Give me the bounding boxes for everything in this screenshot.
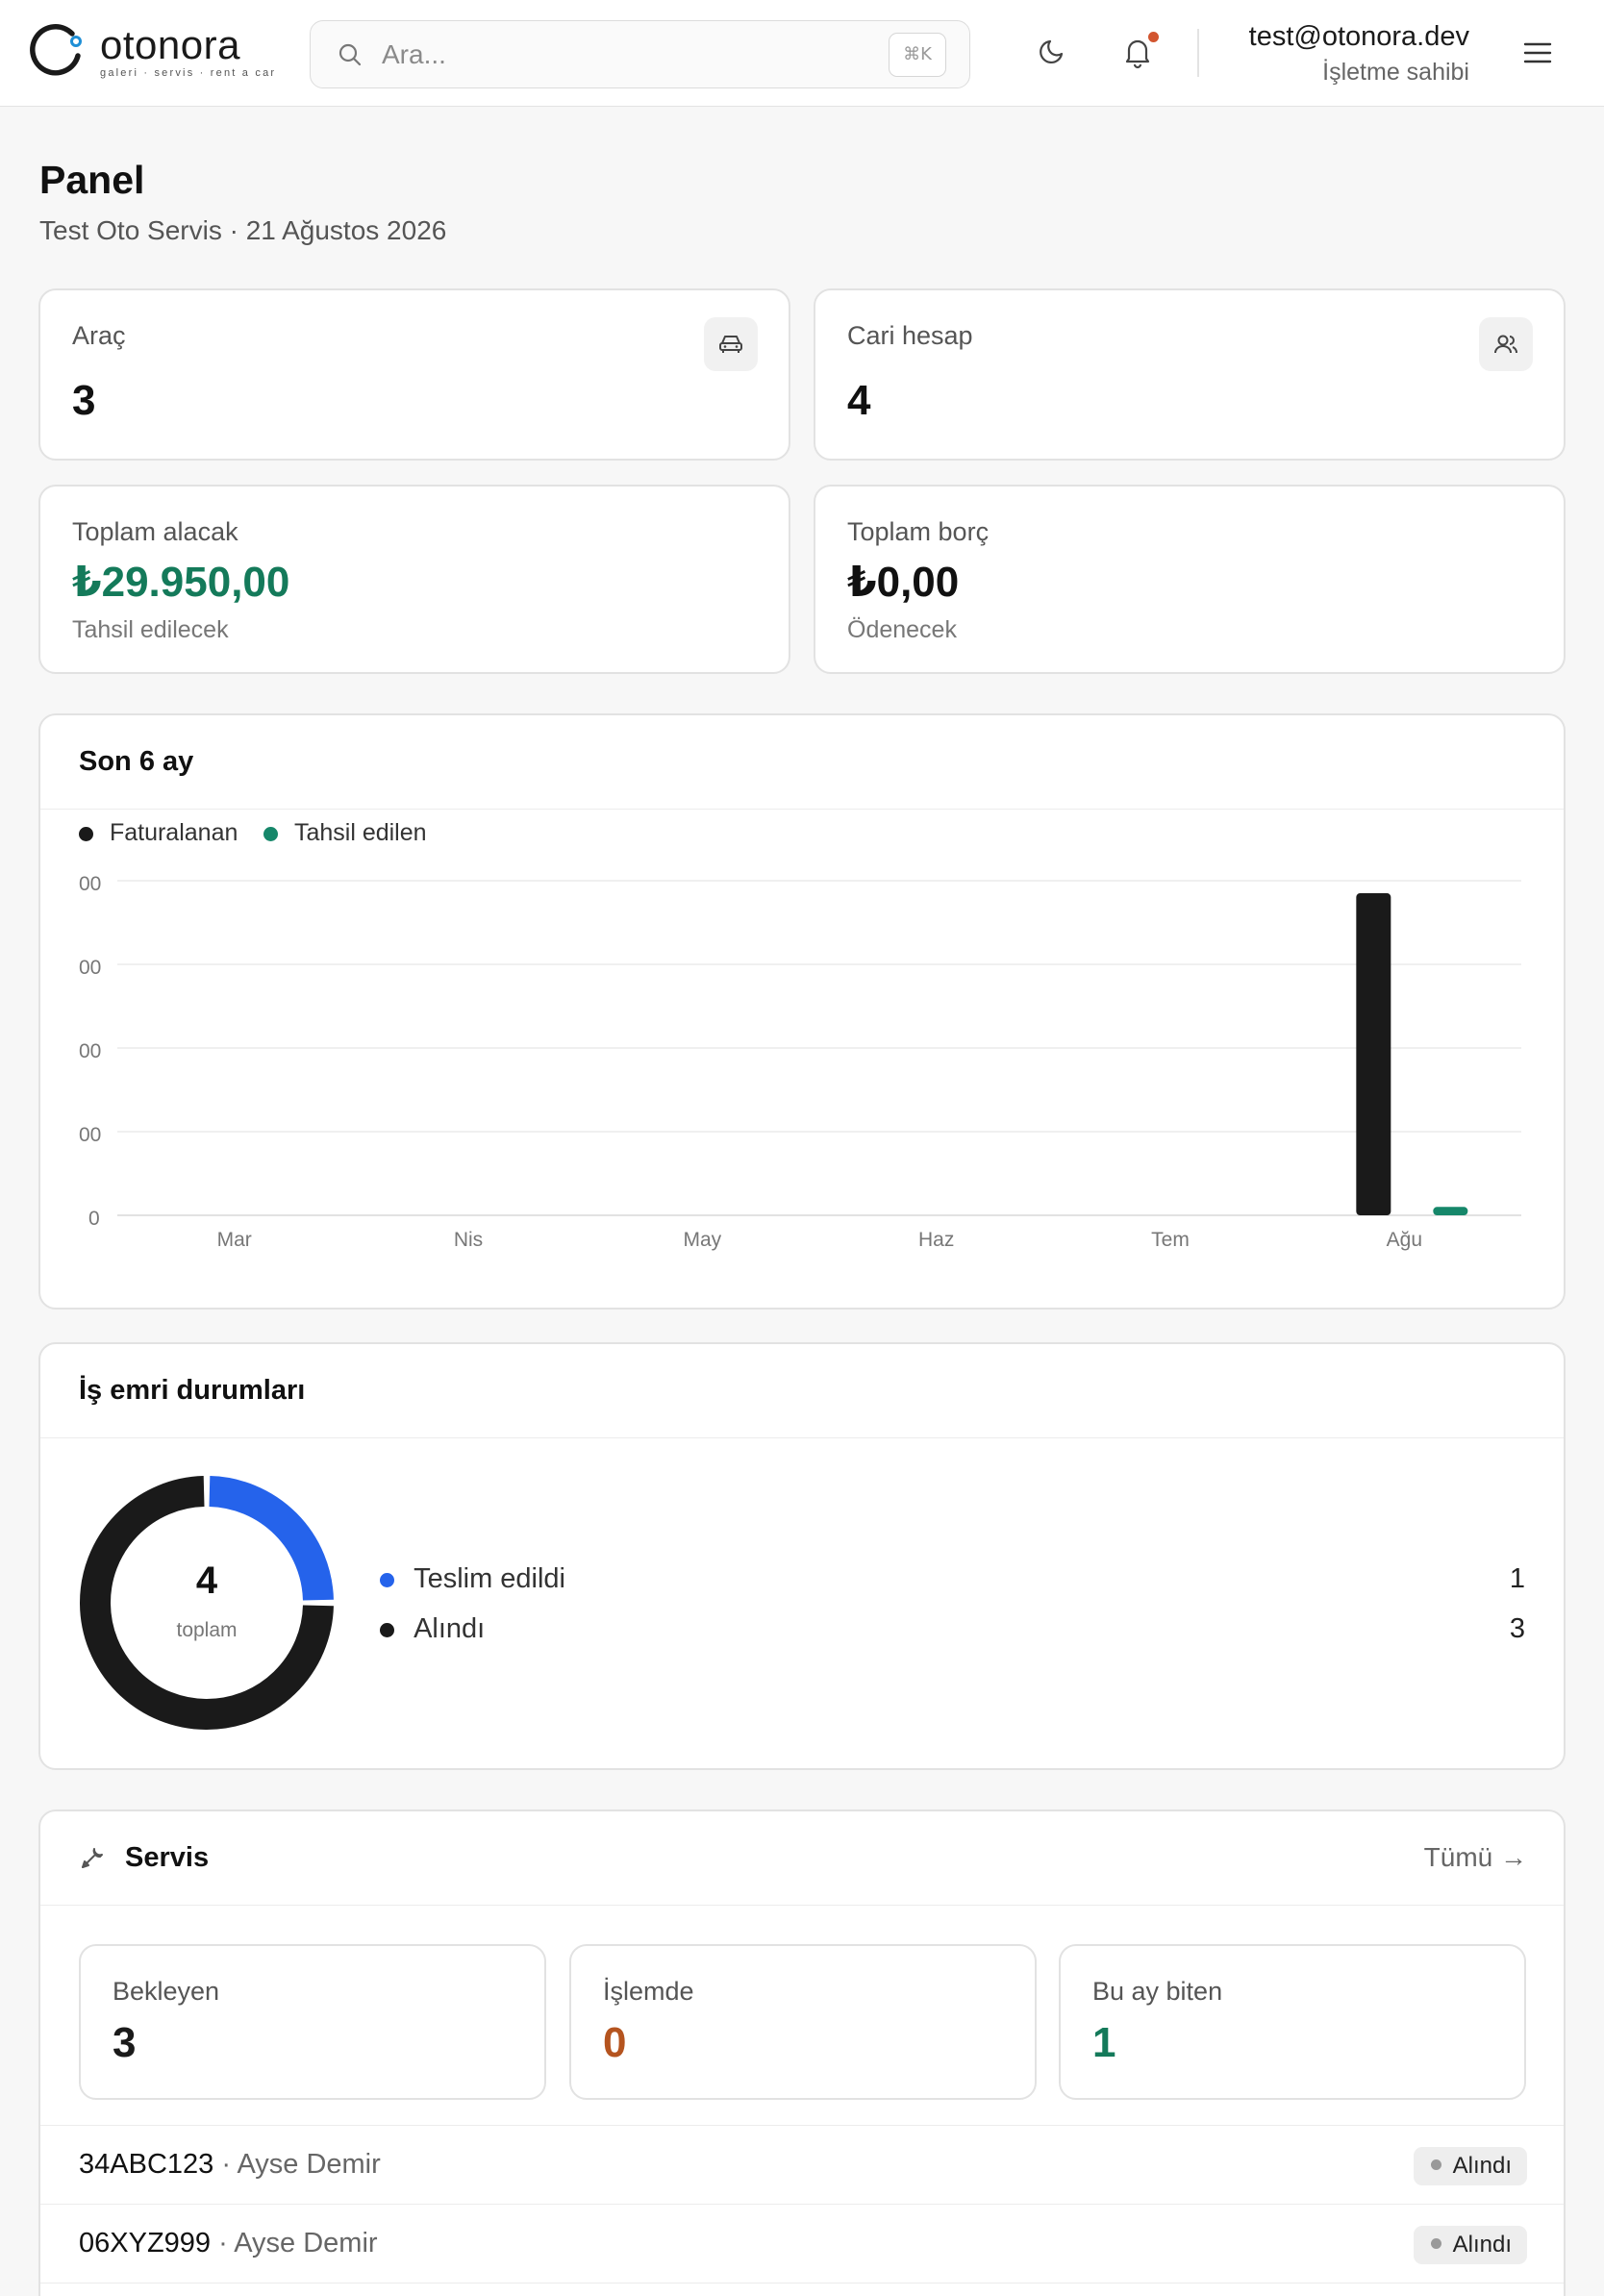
logo-text: otonora <box>100 21 240 67</box>
work-order-title: İş emri durumları <box>79 1375 306 1406</box>
bar-tahsil-edilen[interactable] <box>1433 1207 1468 1215</box>
stat-value: 3 <box>72 377 96 424</box>
user-email: test@otonora.dev <box>1248 21 1469 52</box>
x-tick-label: Nis <box>454 1229 483 1251</box>
page-subtitle: Test Oto Servis · 21 Ağustos 2026 <box>39 215 447 245</box>
legend-alindi: Alındı <box>380 1613 485 1645</box>
search-icon <box>338 43 362 66</box>
stat-card-accounts[interactable]: Cari hesap 4 <box>814 288 1566 461</box>
status-badge: Alındı <box>1413 2147 1527 2185</box>
mini-label: İşlemde <box>603 1977 694 2006</box>
stat-value: 4 <box>847 377 871 424</box>
legend-dot <box>380 1572 394 1587</box>
donut-total: 4 <box>195 1560 218 1602</box>
user-info[interactable]: test@otonora.dev İşletme sahibi <box>1249 21 1469 87</box>
user-role: İşletme sahibi <box>1322 59 1469 86</box>
stat-label: Cari hesap <box>847 321 973 350</box>
mini-label: Bu ay biten <box>1092 1977 1223 2006</box>
mini-label: Bekleyen <box>113 1977 220 2006</box>
stat-note: Tahsil edilecek <box>72 616 229 643</box>
moon-icon[interactable] <box>1037 35 1069 67</box>
logo-tagline: galeri · servis · rent a car <box>100 66 277 79</box>
page-title: Panel <box>39 158 145 202</box>
legend-teslim-edildi: Teslim edildi <box>380 1563 565 1595</box>
service-row[interactable]: 34ABC123 · Ayse Demir Alındı <box>40 2125 1564 2204</box>
status-donut-chart <box>80 1476 334 1730</box>
menu-icon[interactable] <box>1523 40 1552 65</box>
bar-chart: Mar Nis May Haz Tem Ağu <box>117 880 1521 1251</box>
service-title: Servis <box>125 1842 210 1873</box>
bar-faturalanan[interactable] <box>1356 893 1391 1215</box>
wrench-icon <box>82 1848 103 1868</box>
service-pending-card[interactable]: Bekleyen 3 <box>79 1944 546 2100</box>
service-row[interactable]: 06XYZ999 · Ayse Demir Alındı <box>40 2204 1564 2283</box>
revenue-chart-card: Son 6 ay Faturalanan Tahsil edilen 00 00… <box>38 713 1566 1310</box>
stat-label: Araç <box>72 321 126 350</box>
service-card: Servis Tümü → Bekleyen 3 İşlemde 0 Bu ay… <box>38 1809 1566 2296</box>
x-tick-label: Tem <box>1151 1229 1190 1251</box>
logo-mark-icon <box>30 24 82 76</box>
count-teslim-edildi: 1 <box>1509 1563 1525 1594</box>
header-divider <box>1197 29 1199 77</box>
stat-card-payable[interactable]: Toplam borç ₺0,00 Ödenecek <box>814 485 1566 674</box>
stat-value: ₺29.950,00 <box>72 559 290 606</box>
row-plate: 34ABC123 · Ayse Demir <box>79 2149 381 2180</box>
stat-card-receivable[interactable]: Toplam alacak ₺29.950,00 Tahsil edilecek <box>38 485 790 674</box>
top-bar: otonora galeri · servis · rent a car Ara… <box>0 0 1604 107</box>
card-header: İş emri durumları <box>40 1344 1564 1438</box>
status-badge: Alındı <box>1413 2226 1527 2264</box>
service-completed-card[interactable]: Bu ay biten 1 <box>1059 1944 1526 2100</box>
x-tick-label: Ağu <box>1387 1229 1422 1251</box>
service-all-link[interactable]: Tümü → <box>1424 1842 1527 1873</box>
search-input[interactable]: Ara... <box>382 39 446 70</box>
row-customer: · Ayse Demir <box>211 2228 378 2259</box>
work-order-status-card: İş emri durumları 4 toplam Teslim edildi… <box>38 1342 1566 1770</box>
row-customer: · Ayse Demir <box>213 2149 381 2180</box>
mini-value: 0 <box>603 2019 627 2066</box>
car-icon <box>704 317 758 371</box>
search-shortcut: ⌘K <box>889 33 946 77</box>
mini-value: 1 <box>1092 2019 1116 2066</box>
notification-dot <box>1146 30 1161 44</box>
stat-card-vehicles[interactable]: Araç 3 <box>38 288 790 461</box>
x-tick-label: Haz <box>918 1229 954 1251</box>
legend-dot <box>380 1622 394 1637</box>
users-icon <box>1479 317 1533 371</box>
mini-value: 3 <box>113 2019 137 2066</box>
search-box[interactable]: Ara... ⌘K <box>310 20 970 88</box>
stat-label: Toplam borç <box>847 517 990 546</box>
stat-label: Toplam alacak <box>72 517 238 546</box>
x-tick-label: May <box>683 1229 721 1251</box>
donut-total-label: toplam <box>176 1619 238 1641</box>
count-alindi: 3 <box>1509 1613 1525 1644</box>
row-plate: 06XYZ999 · Ayse Demir <box>79 2228 378 2259</box>
logo[interactable]: otonora galeri · servis · rent a car <box>29 23 276 79</box>
service-row[interactable] <box>40 2283 1564 2296</box>
x-tick-label: Mar <box>217 1229 252 1251</box>
service-in-progress-card[interactable]: İşlemde 0 <box>569 1944 1037 2100</box>
card-header: Servis Tümü → <box>40 1811 1564 1906</box>
stat-value: ₺0,00 <box>847 559 960 606</box>
stat-note: Ödenecek <box>847 616 957 643</box>
